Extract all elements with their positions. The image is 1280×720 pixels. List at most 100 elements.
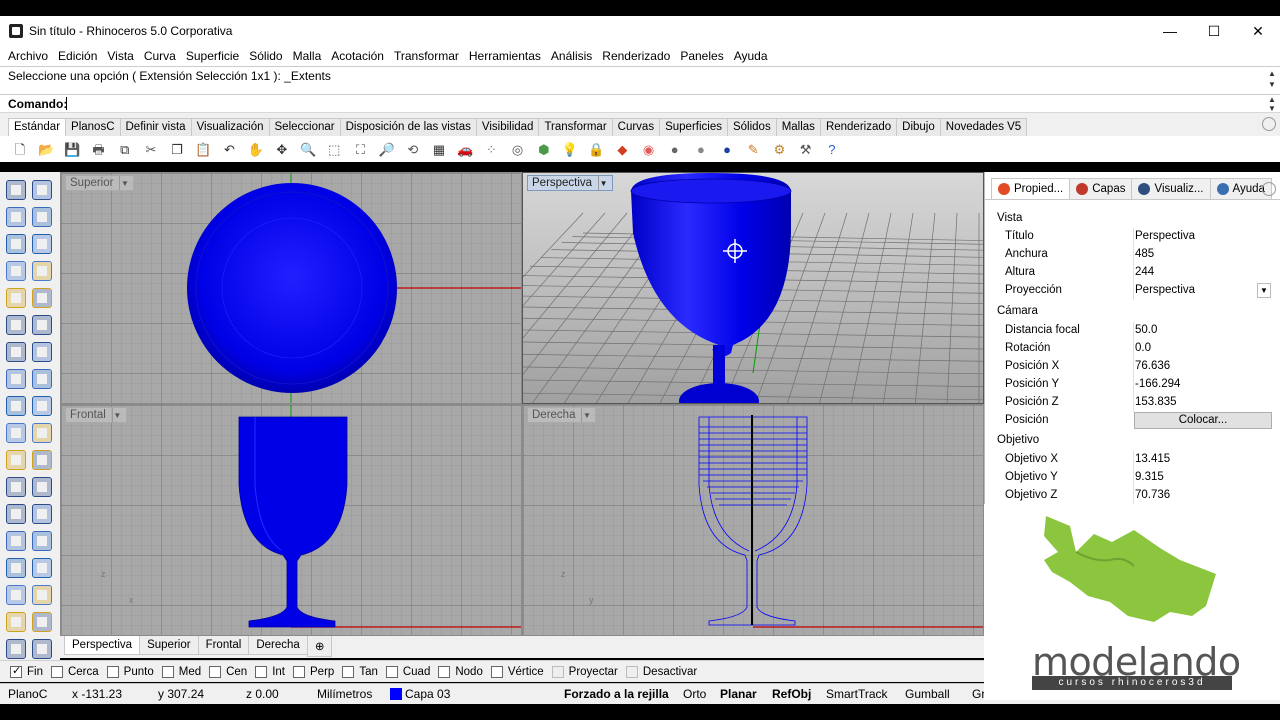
menu-renderizado[interactable]: Renderizado bbox=[597, 49, 675, 63]
undo-icon[interactable]: ↶ bbox=[220, 139, 240, 159]
copy-icon[interactable]: ❐ bbox=[167, 139, 187, 159]
boolean-icon[interactable] bbox=[32, 369, 52, 389]
menu-ayuda[interactable]: Ayuda bbox=[729, 49, 773, 63]
viewport-layout-icon[interactable]: ▦ bbox=[429, 139, 449, 159]
panel-tab-capas[interactable]: Capas bbox=[1069, 178, 1133, 199]
status-cplane[interactable]: PlanoC bbox=[8, 687, 47, 701]
rotacion-value[interactable]: 0.0 bbox=[1135, 342, 1151, 354]
osnap-punto[interactable]: Punto bbox=[106, 665, 154, 678]
box-icon[interactable] bbox=[6, 342, 26, 362]
rotate-view-icon[interactable]: ⟲ bbox=[403, 139, 423, 159]
scroll-down-icon[interactable]: ▼ bbox=[1266, 80, 1278, 89]
vptab-superior[interactable]: Superior bbox=[139, 636, 199, 655]
material-icon[interactable]: ◆ bbox=[612, 139, 632, 159]
status-grid-snap[interactable]: Forzado a la rejilla bbox=[564, 687, 669, 701]
tab-estandar[interactable]: Estándar bbox=[8, 118, 67, 136]
tab-solidos[interactable]: Sólidos bbox=[726, 118, 777, 136]
viewport-label-derecha[interactable]: Derecha ▼ bbox=[527, 407, 597, 423]
tab-visibilidad[interactable]: Visibilidad bbox=[475, 118, 540, 136]
viewport-menu-chevron-icon[interactable]: ▼ bbox=[111, 408, 122, 422]
osnap-int[interactable]: Int bbox=[255, 665, 285, 678]
chevron-down-icon[interactable]: ▼ bbox=[1257, 283, 1271, 298]
viewport-label-frontal[interactable]: Frontal ▼ bbox=[65, 407, 127, 423]
osnap-checkbox[interactable] bbox=[490, 665, 503, 678]
sphere-icon[interactable] bbox=[32, 342, 52, 362]
zoom-icon[interactable]: 🔍 bbox=[298, 139, 318, 159]
menu-acotacion[interactable]: Acotación bbox=[326, 49, 389, 63]
vptab-perspectiva[interactable]: Perspectiva bbox=[64, 636, 141, 655]
status-layer[interactable]: Capa 03 bbox=[390, 687, 450, 701]
polyline-icon[interactable] bbox=[6, 207, 26, 227]
menu-analisis[interactable]: Análisis bbox=[546, 49, 597, 63]
curve-tools-icon[interactable] bbox=[6, 315, 26, 335]
osnap-cerca[interactable]: Cerca bbox=[50, 665, 99, 678]
zoom-extents-icon[interactable]: ⛶ bbox=[350, 139, 370, 159]
curve-points-icon[interactable] bbox=[32, 207, 52, 227]
minimize-button[interactable]: — bbox=[1148, 16, 1192, 46]
check-icon[interactable] bbox=[32, 612, 52, 632]
osnap-med[interactable]: Med bbox=[161, 665, 201, 678]
tab-visualizacion[interactable]: Visualización bbox=[190, 118, 270, 136]
glass-top-view[interactable] bbox=[187, 183, 397, 393]
maximize-button[interactable]: ☐ bbox=[1192, 16, 1236, 46]
osnap-checkbox[interactable] bbox=[342, 665, 355, 678]
pan-icon[interactable]: ✋ bbox=[246, 139, 266, 159]
color-wheel-icon[interactable]: ◉ bbox=[639, 139, 659, 159]
save-icon[interactable]: 💾 bbox=[62, 139, 82, 159]
open-icon[interactable]: 📂 bbox=[36, 139, 56, 159]
zoom-window-icon[interactable]: ⬚ bbox=[324, 139, 344, 159]
menu-paneles[interactable]: Paneles bbox=[675, 49, 728, 63]
altura-value[interactable]: 244 bbox=[1135, 266, 1154, 278]
posicion-y-value[interactable]: -166.294 bbox=[1135, 378, 1180, 390]
mesh-icon[interactable] bbox=[32, 396, 52, 416]
osnap-checkbox[interactable] bbox=[551, 665, 564, 678]
group-icon[interactable] bbox=[32, 585, 52, 605]
tab-renderizado[interactable]: Renderizado bbox=[819, 118, 898, 136]
toolbar-settings-icon[interactable] bbox=[1262, 117, 1276, 131]
rectangle-icon[interactable] bbox=[32, 261, 52, 281]
panel-settings-icon[interactable] bbox=[1262, 182, 1276, 196]
status-ortho[interactable]: Orto bbox=[683, 687, 706, 701]
posicion-x-value[interactable]: 76.636 bbox=[1135, 360, 1170, 372]
light-icon[interactable]: 💡 bbox=[560, 139, 580, 159]
tab-novedades-v5[interactable]: Novedades V5 bbox=[939, 118, 1028, 136]
menu-curva[interactable]: Curva bbox=[139, 49, 181, 63]
osnap-checkbox[interactable] bbox=[255, 665, 268, 678]
menu-solido[interactable]: Sólido bbox=[244, 49, 287, 63]
surface-tools-icon[interactable] bbox=[32, 315, 52, 335]
new-icon[interactable]: 🗋 bbox=[10, 139, 30, 159]
status-smarttrack[interactable]: SmartTrack bbox=[826, 687, 888, 701]
tab-curvas[interactable]: Curvas bbox=[611, 118, 661, 136]
anchura-value[interactable]: 485 bbox=[1135, 248, 1154, 260]
material-icon[interactable] bbox=[6, 639, 26, 659]
objetivo-y-value[interactable]: 9.315 bbox=[1135, 471, 1164, 483]
menu-transformar[interactable]: Transformar bbox=[389, 49, 464, 63]
point-array-icon[interactable] bbox=[6, 585, 26, 605]
tab-dibujo[interactable]: Dibujo bbox=[896, 118, 941, 136]
menu-vista[interactable]: Vista bbox=[102, 49, 138, 63]
move-icon[interactable] bbox=[6, 423, 26, 443]
grid-points-icon[interactable]: ⬢ bbox=[534, 139, 554, 159]
tab-definir-vista[interactable]: Definir vista bbox=[119, 118, 192, 136]
menu-herramientas[interactable]: Herramientas bbox=[464, 49, 546, 63]
circle-options-icon[interactable] bbox=[32, 234, 52, 254]
dimension-icon[interactable] bbox=[32, 504, 52, 524]
arc-icon[interactable] bbox=[6, 261, 26, 281]
posicion-z-value[interactable]: 153.835 bbox=[1135, 396, 1177, 408]
viewport-perspectiva[interactable]: Perspectiva ▼ bbox=[522, 172, 984, 404]
panel-tab-propiedades[interactable]: Propied... bbox=[991, 178, 1071, 199]
tools-icon[interactable]: ⚒ bbox=[796, 139, 816, 159]
text-icon[interactable] bbox=[6, 504, 26, 524]
osnap-perp[interactable]: Perp bbox=[293, 665, 334, 678]
gumball-icon[interactable] bbox=[6, 396, 26, 416]
viewport-label-superior[interactable]: Superior ▼ bbox=[65, 175, 135, 191]
menu-archivo[interactable]: Archivo bbox=[3, 49, 53, 63]
viewport-superior[interactable]: Superior ▼ bbox=[60, 172, 522, 404]
osnap-checkbox[interactable] bbox=[161, 665, 174, 678]
osnap-nodo[interactable]: Nodo bbox=[438, 665, 483, 678]
export-icon[interactable]: ⧉ bbox=[115, 139, 135, 159]
array-icon[interactable] bbox=[32, 531, 52, 551]
blue-sphere-icon[interactable]: ● bbox=[717, 139, 737, 159]
cut-icon[interactable]: ✂ bbox=[141, 139, 161, 159]
print-icon[interactable]: 🖶 bbox=[89, 139, 109, 159]
